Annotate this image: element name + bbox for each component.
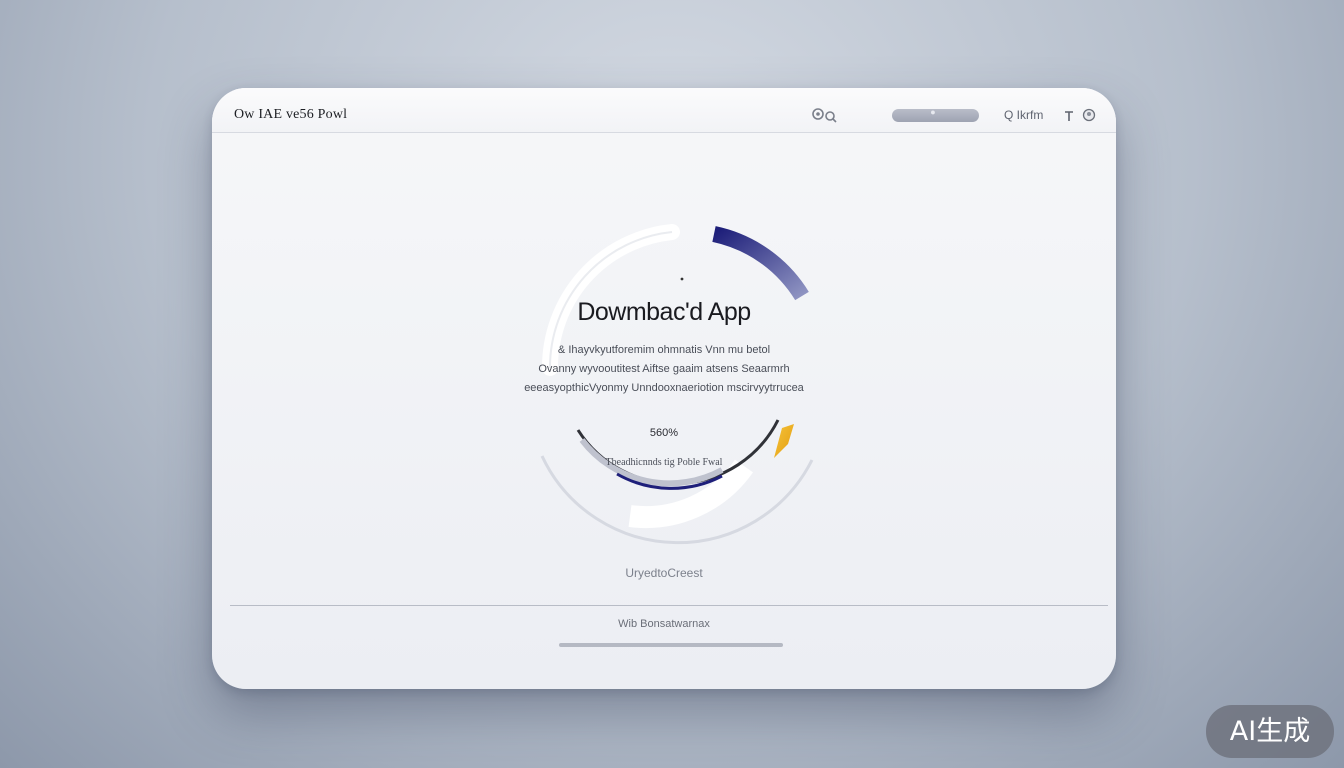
ai-generated-badge: AI生成 [1206,705,1334,758]
window-title: Ow IAE ve56 Powl [234,107,348,122]
description-line-3: eeeasyopthicVyonmy Unndooxnaeriotion msc… [524,382,804,394]
progress-percent: 560% [649,427,679,439]
secondary-link[interactable]: UryedtoCreest [564,566,764,580]
title-bar: Ow IAE ve56 Powl ● Q Ikrfm [212,88,1116,133]
footer-divider [230,605,1108,606]
description-line-1: & Ihayvkyutforemim ohmnatis Vnn mu betol [557,344,771,356]
footer-scroll-bar[interactable] [559,643,783,647]
search-bar[interactable]: ● [892,107,979,122]
description-line-2: Ovanny wyvooutitest Aiftse gaaim atsens … [538,363,790,375]
settings-icon[interactable] [810,106,838,127]
menu-icon[interactable] [1063,109,1075,126]
search-label[interactable]: Q Ikrfm [1004,108,1043,122]
footer-text: Wib Bonsatwarnax [618,618,710,630]
app-window: Ow IAE ve56 Powl ● Q Ikrfm Dowmbac'd App… [212,88,1116,689]
user-icon[interactable] [1082,108,1096,125]
page-title: Dowmbac'd App [577,298,751,326]
search-bar-icon: ● [930,107,936,117]
progress-status: Tbeadhicnnds tig Poble Fwal [605,457,723,468]
progress-arc [712,226,809,301]
ring-track-bottom [628,459,753,529]
gold-accent [774,424,794,458]
